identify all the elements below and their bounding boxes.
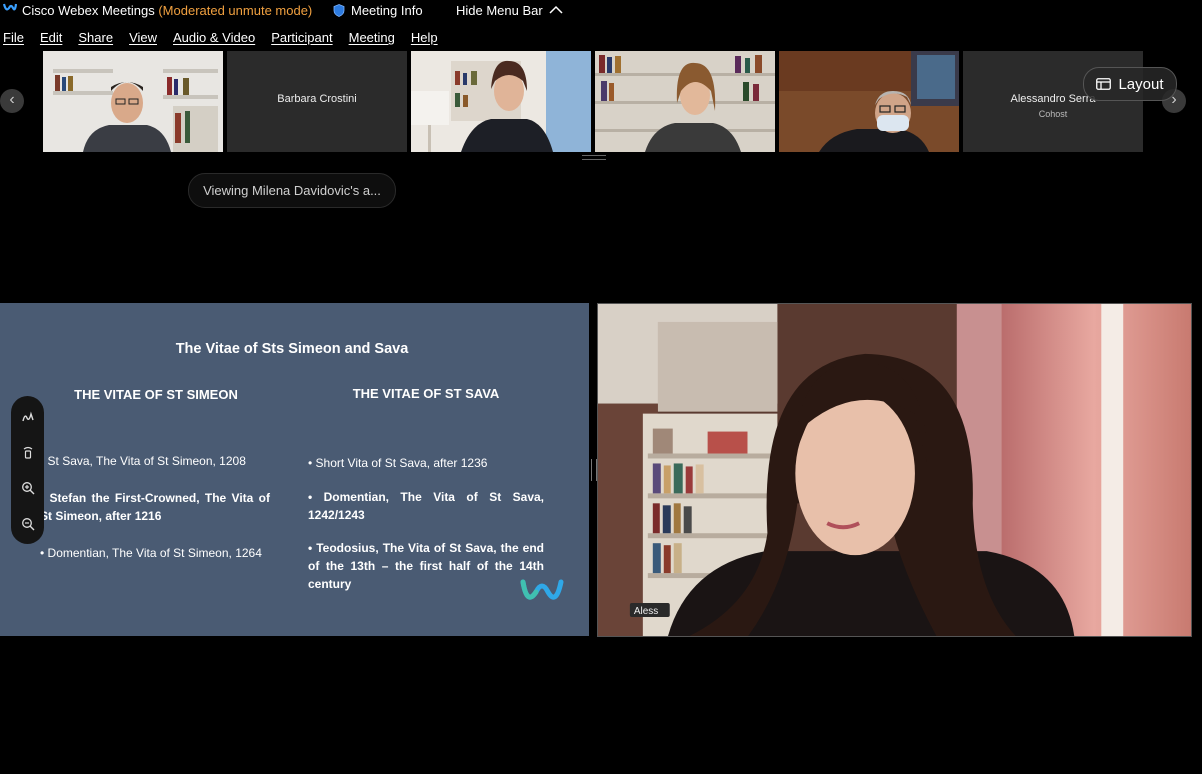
participant-tile-4[interactable] [595,51,775,152]
pointer-icon[interactable] [19,444,36,461]
video-name-tag: Aless [634,606,658,617]
layout-button[interactable]: Layout [1083,67,1177,101]
participant-tile-5[interactable] [779,51,959,152]
active-speaker-video[interactable]: Aless [597,303,1192,637]
meeting-info-button[interactable]: Meeting Info [333,1,423,19]
unmute-mode-label: (Moderated unmute mode) [158,3,313,18]
menu-meeting[interactable]: Meeting [349,30,395,48]
chevron-up-icon [549,5,563,14]
strip-resize-handle[interactable] [582,155,606,160]
participant-name: Barbara Crostini [277,93,357,105]
slide-bullet: • Short Vita of St Sava, after 1236 [308,456,488,470]
slide-bullet: • St Sava, The Vita of St Simeon, 1208 [40,454,246,468]
right-column-heading: THE VITAE OF ST SAVA [352,386,500,401]
slide-bullet: • Teodosius, The Vita of St Sava, the en… [308,541,544,591]
left-column-heading: THE VITAE OF ST SIMEON [74,387,238,402]
participant-video-3 [411,51,591,152]
participant-tile-3[interactable] [411,51,591,152]
webex-logo-icon [3,3,17,11]
menu-help[interactable]: Help [411,30,438,48]
participant-role: Cohost [1038,109,1068,119]
menu-share[interactable]: Share [78,30,113,48]
meeting-info-label: Meeting Info [351,2,423,18]
title-bar: Cisco Webex Meetings (Moderated unmute m… [0,0,1202,22]
window-title: Cisco Webex Meetings (Moderated unmute m… [22,3,312,18]
annotation-toolbar [11,396,44,544]
hide-menu-label: Hide Menu Bar [456,2,543,18]
annotate-pen-icon[interactable] [19,408,36,425]
webex-logo-icon [520,579,564,600]
chevron-left-icon[interactable]: ‹ [0,89,24,113]
menu-participant[interactable]: Participant [271,30,332,48]
participant-tile-2[interactable]: Barbara Crostini [227,51,407,152]
menu-edit[interactable]: Edit [40,30,62,48]
layout-label: Layout [1118,75,1164,93]
slide-bullet: • Stefan the First-Crowned, The Vita of … [40,491,270,523]
zoom-out-icon[interactable] [19,515,36,532]
slide-bullet: • Domentian, The Vita of St Sava, 1242/1… [308,490,544,522]
zoom-in-icon[interactable] [19,479,36,496]
participant-strip: ‹ Barbara Crostini Alessandro Serra Coho… [0,51,1202,153]
participant-tile-1[interactable] [43,51,223,152]
participant-video-4 [595,51,775,152]
shared-content-panel: The Vitae of Sts Simeon and Sava THE VIT… [0,303,589,636]
menu-audio-video[interactable]: Audio & Video [173,30,255,48]
participant-video-1 [43,51,223,152]
menu-bar: File Edit Share View Audio & Video Parti… [0,30,454,48]
slide-title: The Vitae of Sts Simeon and Sava [175,341,409,357]
shield-icon [333,3,345,17]
participant-video-5 [779,51,959,152]
slide-bullet: • Domentian, The Vita of St Simeon, 1264 [40,546,262,560]
viewing-status-text: Viewing Milena Davidovic's a... [203,183,381,198]
hide-menu-bar-button[interactable]: Hide Menu Bar [456,1,563,19]
viewing-status-pill[interactable]: Viewing Milena Davidovic's a... [188,173,396,208]
menu-view[interactable]: View [129,30,157,48]
menu-file[interactable]: File [3,30,24,48]
app-name: Cisco Webex Meetings [22,3,155,18]
layout-icon [1096,78,1112,90]
speaker-video-feed: Aless [598,304,1191,636]
